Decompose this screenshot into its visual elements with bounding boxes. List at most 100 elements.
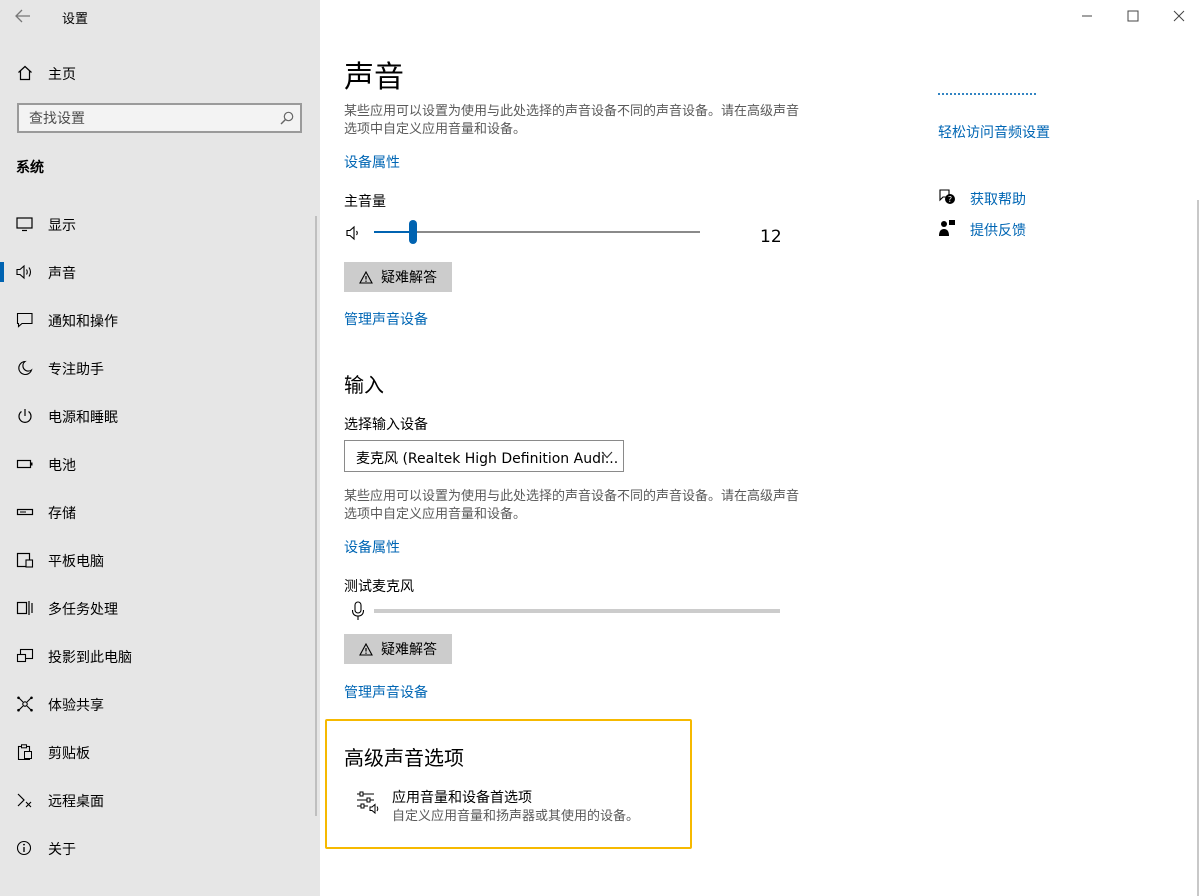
info-icon — [16, 840, 32, 856]
close-icon — [1173, 10, 1185, 22]
sidebar-item-project[interactable]: 投影到此电脑 — [0, 636, 315, 676]
minimize-button[interactable] — [1066, 0, 1108, 32]
display-icon — [16, 217, 33, 232]
easy-access-audio-link[interactable]: 轻松访问音频设置 — [938, 122, 1050, 142]
sidebar-item-sound[interactable]: 声音 — [0, 252, 315, 292]
sidebar-item-label: 专注助手 — [48, 362, 104, 378]
input-heading: 输入 — [344, 373, 384, 397]
app-volume-preferences-item[interactable]: 应用音量和设备首选项 自定义应用音量和扬声器或其使用的设备。 — [354, 785, 674, 829]
share-icon — [17, 696, 33, 712]
moon-icon — [18, 360, 33, 376]
warning-icon — [359, 642, 373, 656]
sidebar-item-shared-experiences[interactable]: 体验共享 — [0, 684, 315, 724]
battery-icon — [16, 459, 33, 469]
page-title: 声音 — [344, 60, 404, 95]
search-input[interactable] — [27, 109, 271, 129]
nav-home-label: 主页 — [48, 67, 76, 83]
multitask-icon — [16, 601, 33, 615]
project-icon — [16, 648, 34, 663]
maximize-button[interactable] — [1112, 0, 1154, 32]
volume-speaker-icon[interactable] — [346, 225, 362, 241]
storage-icon — [16, 508, 34, 516]
close-button[interactable] — [1158, 0, 1200, 32]
sidebar-item-label: 体验共享 — [48, 698, 104, 714]
search-box[interactable] — [17, 103, 302, 133]
speaker-icon — [16, 264, 32, 280]
maximize-icon — [1127, 10, 1139, 22]
feedback-icon — [939, 220, 955, 236]
troubleshoot-button[interactable]: 疑难解答 — [344, 262, 452, 292]
sidebar-item-label: 远程桌面 — [48, 794, 104, 810]
sidebar-item-tablet[interactable]: 平板电脑 — [0, 540, 315, 580]
troubleshoot-label: 疑难解答 — [381, 642, 437, 658]
back-button[interactable] — [8, 2, 38, 30]
sidebar-scrollbar[interactable] — [315, 216, 317, 816]
section-label: 系统 — [16, 160, 44, 176]
sidebar-item-label: 平板电脑 — [48, 554, 104, 570]
nav-home[interactable]: 主页 — [0, 58, 320, 88]
sidebar-item-battery[interactable]: 电池 — [0, 444, 315, 484]
mixer-icon — [357, 791, 379, 815]
app-title: 设置 — [62, 12, 89, 27]
remote-desktop-icon — [17, 793, 32, 808]
test-mic-label: 测试麦克风 — [344, 579, 414, 595]
master-volume-value: 12 — [760, 227, 782, 247]
sidebar-item-multitasking[interactable]: 多任务处理 — [0, 588, 315, 628]
sidebar-item-label: 声音 — [48, 266, 76, 282]
notification-icon — [16, 312, 33, 328]
sidebar-item-label: 存储 — [48, 506, 76, 522]
output-description: 某些应用可以设置为使用与此处选择的声音设备不同的声音设备。请在高级声音选项中自定… — [344, 104, 800, 137]
power-icon — [18, 409, 32, 423]
slider-thumb[interactable] — [409, 220, 417, 244]
slider-fill — [374, 231, 413, 233]
master-volume-label: 主音量 — [344, 194, 386, 210]
sidebar-item-storage[interactable]: 存储 — [0, 492, 315, 532]
input-manage-sound-devices-link[interactable]: 管理声音设备 — [344, 682, 428, 702]
advanced-heading: 高级声音选项 — [344, 746, 464, 770]
sidebar-item-remote-desktop[interactable]: 远程桌面 — [0, 780, 315, 820]
sidebar-item-label: 显示 — [48, 218, 76, 234]
main-scrollbar[interactable] — [1197, 200, 1199, 896]
minimize-icon — [1082, 15, 1092, 17]
sidebar-item-focus-assist[interactable]: 专注助手 — [0, 348, 315, 388]
search-icon[interactable] — [280, 111, 294, 125]
input-troubleshoot-button[interactable]: 疑难解答 — [344, 634, 452, 664]
sidebar-item-power[interactable]: 电源和睡眠 — [0, 396, 315, 436]
sidebar-item-label: 电池 — [48, 458, 76, 474]
chevron-down-icon — [601, 451, 613, 459]
sidebar-item-display[interactable]: 显示 — [0, 204, 315, 244]
input-description: 某些应用可以设置为使用与此处选择的声音设备不同的声音设备。请在高级声音选项中自定… — [344, 489, 800, 522]
back-arrow-icon — [15, 9, 30, 23]
home-icon — [18, 65, 32, 81]
clipped-related-link[interactable] — [938, 93, 1036, 97]
sidebar-item-label: 多任务处理 — [48, 602, 118, 618]
manage-sound-devices-link[interactable]: 管理声音设备 — [344, 309, 428, 329]
sidebar-item-notifications[interactable]: 通知和操作 — [0, 300, 315, 340]
help-chat-icon: ? — [939, 189, 955, 204]
master-volume-slider[interactable] — [374, 220, 700, 244]
feedback-link[interactable]: 提供反馈 — [970, 220, 1026, 240]
svg-text:?: ? — [948, 195, 952, 204]
warning-icon — [359, 270, 373, 284]
mic-level-bar — [374, 609, 780, 613]
input-device-properties-link[interactable]: 设备属性 — [344, 537, 400, 557]
sidebar-item-label: 电源和睡眠 — [48, 410, 118, 426]
sidebar-item-about[interactable]: 关于 — [0, 828, 315, 868]
output-device-properties-link[interactable]: 设备属性 — [344, 152, 400, 172]
sidebar-item-label: 关于 — [48, 842, 76, 858]
sidebar-item-label: 通知和操作 — [48, 314, 118, 330]
sidebar-item-clipboard[interactable]: 剪贴板 — [0, 732, 315, 772]
active-indicator — [0, 262, 4, 282]
app-volume-title: 应用音量和设备首选项 — [392, 790, 532, 806]
advanced-options-highlight — [325, 719, 692, 849]
input-device-select[interactable]: 麦克风 (Realtek High Definition Audi... — [344, 440, 624, 472]
sidebar-item-label: 剪贴板 — [48, 746, 90, 762]
troubleshoot-label: 疑难解答 — [381, 270, 437, 286]
get-help-link[interactable]: 获取帮助 — [970, 189, 1026, 209]
choose-input-label: 选择输入设备 — [344, 417, 428, 433]
microphone-icon — [351, 601, 365, 620]
clipboard-icon — [17, 744, 32, 760]
sidebar-item-label: 投影到此电脑 — [48, 650, 132, 666]
input-device-value: 麦克风 (Realtek High Definition Audi... — [356, 451, 619, 467]
sidebar: 设置 主页 系统 显示 声音 通知和操作 专注助手 电源和睡眠 电 — [0, 0, 320, 896]
